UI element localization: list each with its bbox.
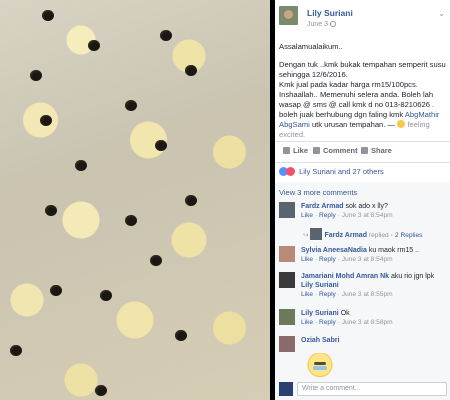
comment-meta: Like · Reply · June 3 at 8:58pm — [301, 319, 393, 326]
comment-author[interactable]: Sylvia AneesaNadia — [301, 247, 367, 254]
comment-author[interactable]: Fardz Armad — [301, 203, 344, 210]
post-line: Kmk jual pada kadar harga rm15/100pcs. — [279, 80, 418, 89]
like-button[interactable]: Like — [283, 146, 308, 155]
cookie-center — [100, 290, 112, 301]
comment-body: Fardz Armad sok ado x lly? Like · Reply … — [301, 202, 447, 220]
cookie-center — [185, 195, 197, 206]
cookie-center — [175, 330, 187, 341]
cookie-center — [42, 10, 54, 21]
comment-author[interactable]: Jamariani Mohd Amran Nk — [301, 273, 389, 280]
author-avatar[interactable] — [279, 6, 298, 25]
post-header: Lily Suriani June 3 ⌄ — [279, 4, 449, 30]
cookie-center — [88, 40, 100, 51]
chevron-down-icon[interactable]: ⌄ — [438, 9, 445, 18]
author-name[interactable]: Lily Suriani — [307, 8, 353, 18]
comment-body: Lily Suriani Ok Like · Reply · June 3 at… — [301, 309, 447, 327]
likes-count-link[interactable]: Lily Suriani and 27 others — [299, 167, 384, 176]
replies-row[interactable]: ↪ Fardz Armad replied · 2 Replies — [303, 228, 422, 240]
comment-time[interactable]: June 3 at 8:55pm — [342, 291, 393, 298]
avatar[interactable] — [279, 336, 295, 352]
avatar[interactable] — [279, 202, 295, 218]
post-actions: Like Comment Share — [279, 146, 447, 160]
reactions-summary[interactable]: Lily Suriani and 27 others — [279, 167, 384, 176]
post-date[interactable]: June 3 — [307, 21, 337, 28]
comment-button[interactable]: Comment — [313, 146, 358, 155]
comment-time[interactable]: June 3 at 8:58pm — [342, 319, 393, 326]
cookie-center — [155, 140, 167, 151]
comment-like-link[interactable]: Like — [301, 319, 313, 326]
comment-meta: Like · Reply · June 3 at 8:54pm — [301, 256, 393, 263]
cookie-center — [30, 70, 42, 81]
cookie-center — [50, 285, 62, 296]
cookie-center — [150, 255, 162, 266]
comment-time[interactable]: June 3 at 8:54pm — [342, 212, 393, 219]
post-body: Assalamualaikum.. Dengan tuk ..kmk bukak… — [279, 42, 449, 140]
cookie-center — [40, 115, 52, 126]
cookie-center — [185, 65, 197, 76]
current-user-avatar — [279, 382, 293, 396]
post-line: Inshaallah.. Memenuhi selera anda. Boleh… — [279, 90, 440, 139]
comment-like-link[interactable]: Like — [301, 212, 313, 219]
comment-body: Oziah Sabri — [301, 336, 447, 345]
comment-body: Jamariani Mohd Amran Nk aku rio jgn lpk … — [301, 272, 447, 299]
post-line: Dengan tuk ..kmk bukak tempahan semperit… — [279, 60, 446, 79]
crying-sticker-icon — [305, 353, 335, 379]
reply-arrow-icon: ↪ — [303, 232, 309, 239]
cookie-center — [10, 345, 22, 356]
post-panel: Lily Suriani June 3 ⌄ Assalamualaikum.. … — [275, 0, 450, 400]
reply-author[interactable]: Fardz Armad — [324, 232, 367, 239]
comment-icon — [313, 147, 320, 154]
cookie-center — [160, 30, 172, 41]
love-reaction-icon — [286, 167, 295, 176]
comment-text: sok ado x lly? — [345, 203, 388, 210]
comment-meta: Like · Reply · June 3 at 8:55pm — [301, 291, 393, 298]
comment-like-link[interactable]: Like — [301, 291, 313, 298]
comment-reply-link[interactable]: Reply — [319, 256, 336, 263]
globe-icon — [330, 21, 337, 27]
comment-text: ku maok rm15 .. — [368, 247, 420, 254]
comment-author[interactable]: Lily Suriani — [301, 310, 339, 317]
comment-body: Sylvia AneesaNadia ku maok rm15 .. Like … — [301, 246, 447, 264]
comment-meta: Like · Reply · June 3 at 8:54pm — [301, 212, 393, 219]
cookie-center — [75, 160, 87, 171]
comment-like-link[interactable]: Like — [301, 256, 313, 263]
thumbs-up-icon — [283, 147, 290, 154]
tagged-user-link[interactable]: Lily Suriani — [301, 282, 339, 289]
post-line: Assalamualaikum.. — [279, 42, 343, 51]
post-photo[interactable] — [0, 0, 270, 400]
excited-emoji-icon — [397, 120, 406, 128]
avatar — [310, 228, 323, 240]
share-button[interactable]: Share — [361, 146, 392, 155]
cookie-center — [45, 205, 57, 216]
comment-time[interactable]: June 3 at 8:54pm — [342, 256, 393, 263]
cookie-center — [95, 385, 107, 396]
replies-count-link[interactable]: 2 Replies — [395, 232, 423, 239]
comment-reply-link[interactable]: Reply — [319, 319, 336, 326]
divider — [275, 141, 450, 142]
reply-text: replied — [368, 232, 389, 239]
comment-author[interactable]: Oziah Sabri — [301, 337, 340, 344]
comment-text: aku rio jgn lpk — [391, 273, 435, 280]
cookie-center — [125, 215, 137, 226]
avatar[interactable] — [279, 246, 295, 262]
comment-input[interactable]: Write a comment... — [297, 382, 447, 396]
view-more-comments-link[interactable]: View 3 more comments — [279, 188, 357, 197]
cookie-center — [125, 100, 137, 111]
avatar[interactable] — [279, 309, 295, 325]
divider — [275, 162, 450, 163]
avatar[interactable] — [279, 272, 295, 288]
share-icon — [361, 147, 368, 154]
comment-reply-link[interactable]: Reply — [319, 212, 336, 219]
comment-reply-link[interactable]: Reply — [319, 291, 336, 298]
comment-text: Ok — [340, 310, 350, 317]
